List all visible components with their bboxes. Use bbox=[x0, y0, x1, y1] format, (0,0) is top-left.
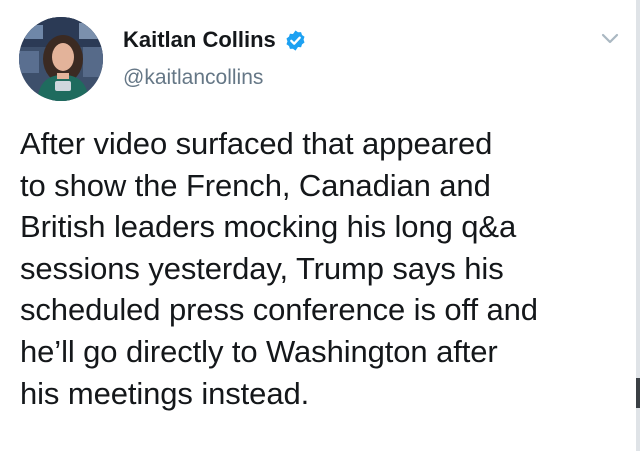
tweet-card: Kaitlan Collins @kaitlancollins After vi… bbox=[0, 0, 640, 451]
author-handle[interactable]: @kaitlancollins bbox=[123, 66, 263, 90]
author-name-row: Kaitlan Collins bbox=[123, 27, 307, 53]
chevron-down-icon[interactable] bbox=[599, 29, 621, 47]
avatar-photo-icon bbox=[19, 17, 103, 101]
verified-badge-icon bbox=[284, 29, 307, 52]
display-name[interactable]: Kaitlan Collins bbox=[123, 27, 276, 53]
tweet-text: After video surfaced that appeared to sh… bbox=[20, 126, 538, 411]
avatar[interactable] bbox=[19, 17, 103, 101]
scrollbar-thumb[interactable] bbox=[636, 378, 640, 408]
